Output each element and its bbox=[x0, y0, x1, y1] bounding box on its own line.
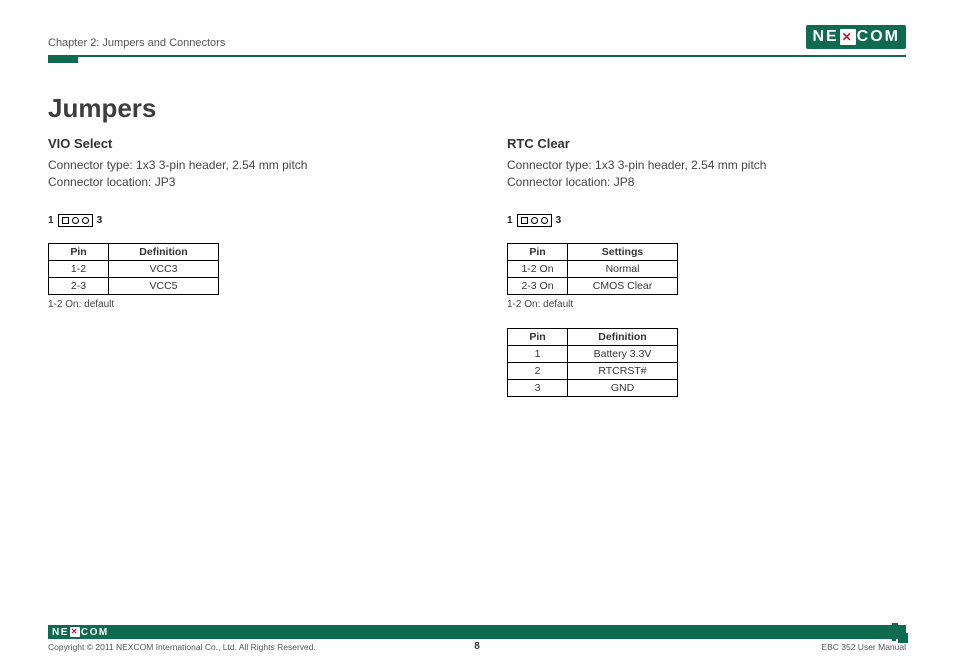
cell: Battery 3.3V bbox=[568, 345, 678, 362]
pin-label-3: 3 bbox=[97, 215, 103, 226]
vio-pin-diagram: 1 3 bbox=[48, 214, 102, 227]
logo-x-icon: ✕ bbox=[70, 627, 80, 637]
logo-text-right: COM bbox=[857, 28, 900, 46]
cell: 1-2 bbox=[49, 260, 109, 277]
vio-connector-type: Connector type: 1x3 3-pin header, 2.54 m… bbox=[48, 157, 447, 174]
table-row: 1 Battery 3.3V bbox=[508, 345, 678, 362]
vio-table: Pin Definition 1-2 VCC3 2-3 VCC5 bbox=[48, 243, 219, 295]
cell: 2 bbox=[508, 362, 568, 379]
rtc-note: 1-2 On: default bbox=[507, 299, 906, 310]
cell: 2-3 On bbox=[508, 277, 568, 294]
rtc-th2-pin: Pin bbox=[508, 328, 568, 345]
pin-label-3: 3 bbox=[556, 215, 562, 226]
rtc-settings-table: Pin Settings 1-2 On Normal 2-3 On CMOS C… bbox=[507, 243, 678, 295]
cell: Normal bbox=[568, 260, 678, 277]
footer-logo: NE ✕ COM bbox=[52, 627, 109, 638]
vio-select-section: VIO Select Connector type: 1x3 3-pin hea… bbox=[48, 136, 447, 401]
table-row: 1-2 On Normal bbox=[508, 260, 678, 277]
table-row: 1-2 VCC3 bbox=[49, 260, 219, 277]
logo-text-left: NE bbox=[52, 627, 69, 638]
cell: VCC3 bbox=[109, 260, 219, 277]
pin-label-1: 1 bbox=[507, 215, 513, 226]
pin-square-icon bbox=[521, 217, 528, 224]
pin-label-1: 1 bbox=[48, 215, 54, 226]
vio-note: 1-2 On: default bbox=[48, 299, 447, 310]
vio-th-def: Definition bbox=[109, 243, 219, 260]
pin-square-icon bbox=[62, 217, 69, 224]
pin-circle-icon bbox=[541, 217, 548, 224]
cell: 1-2 On bbox=[508, 260, 568, 277]
pin-box-icon bbox=[58, 214, 93, 227]
pin-box-icon bbox=[517, 214, 552, 227]
footer-squares-icon bbox=[888, 623, 908, 643]
cell: 3 bbox=[508, 379, 568, 396]
nexcom-logo: NE ✕ COM bbox=[806, 25, 906, 49]
rtc-th-settings: Settings bbox=[568, 243, 678, 260]
rtc-th-pin: Pin bbox=[508, 243, 568, 260]
rtc-definition-table: Pin Definition 1 Battery 3.3V 2 RTCRST# … bbox=[507, 328, 678, 397]
cell: GND bbox=[568, 379, 678, 396]
logo-text-left: NE bbox=[812, 28, 838, 46]
rtc-heading: RTC Clear bbox=[507, 136, 906, 151]
cell: CMOS Clear bbox=[568, 277, 678, 294]
pin-circle-icon bbox=[82, 217, 89, 224]
copyright-text: Copyright © 2011 NEXCOM International Co… bbox=[48, 642, 316, 652]
chapter-label: Chapter 2: Jumpers and Connectors bbox=[48, 37, 225, 49]
cell: VCC5 bbox=[109, 277, 219, 294]
logo-x-icon: ✕ bbox=[840, 29, 856, 45]
rtc-connector-location: Connector location: JP8 bbox=[507, 174, 906, 191]
vio-th-pin: Pin bbox=[49, 243, 109, 260]
pin-circle-icon bbox=[531, 217, 538, 224]
table-row: 2-3 VCC5 bbox=[49, 277, 219, 294]
cell: 2-3 bbox=[49, 277, 109, 294]
cell: RTCRST# bbox=[568, 362, 678, 379]
pin-circle-icon bbox=[72, 217, 79, 224]
page-number: 8 bbox=[474, 641, 480, 652]
rtc-clear-section: RTC Clear Connector type: 1x3 3-pin head… bbox=[507, 136, 906, 401]
table-row: 2-3 On CMOS Clear bbox=[508, 277, 678, 294]
rtc-th2-def: Definition bbox=[568, 328, 678, 345]
vio-heading: VIO Select bbox=[48, 136, 447, 151]
manual-name: EBC 352 User Manual bbox=[821, 642, 906, 652]
page-title: Jumpers bbox=[48, 93, 906, 124]
table-row: 2 RTCRST# bbox=[508, 362, 678, 379]
table-row: 3 GND bbox=[508, 379, 678, 396]
cell: 1 bbox=[508, 345, 568, 362]
header-rule bbox=[48, 55, 906, 65]
rtc-connector-type: Connector type: 1x3 3-pin header, 2.54 m… bbox=[507, 157, 906, 174]
vio-connector-location: Connector location: JP3 bbox=[48, 174, 447, 191]
logo-text-right: COM bbox=[81, 627, 109, 638]
rtc-pin-diagram: 1 3 bbox=[507, 214, 561, 227]
